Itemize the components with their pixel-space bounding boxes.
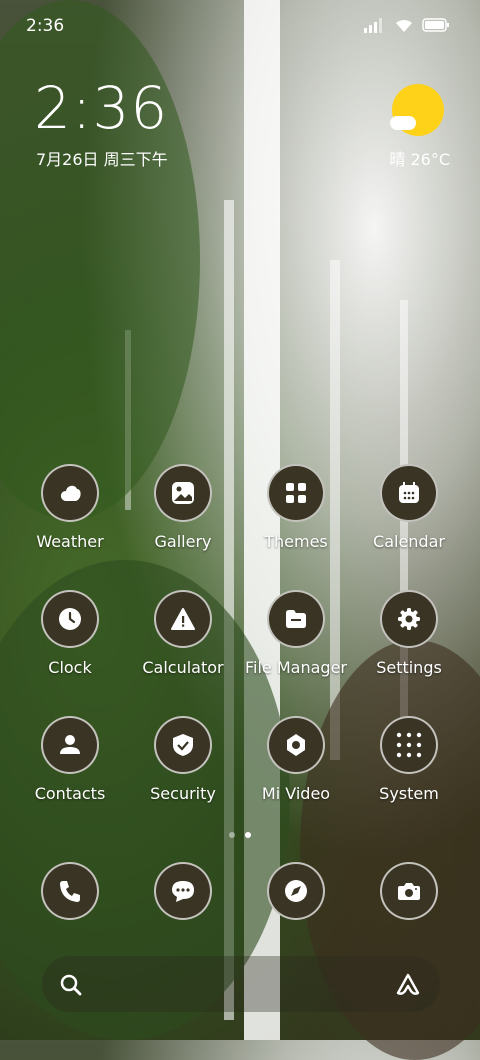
app-clock[interactable]: Clock [14, 590, 126, 677]
status-bar: 2:36 [0, 0, 480, 48]
app-label: File Manager [245, 658, 347, 677]
app-label: Calculator [142, 658, 224, 677]
app-label: Settings [376, 658, 442, 677]
app-security[interactable]: Security [127, 716, 239, 803]
dock-messages[interactable] [127, 862, 239, 920]
app-label: Security [150, 784, 216, 803]
phone-icon [60, 881, 80, 902]
messages-icon [172, 881, 194, 902]
dock-browser[interactable] [240, 862, 352, 920]
app-label: Mi Video [261, 784, 331, 803]
calendar-icon [399, 482, 419, 503]
app-gallery[interactable]: Gallery [127, 464, 239, 551]
weather-icon [60, 485, 81, 501]
app-label: Weather [36, 532, 104, 551]
status-time: 2:36 [26, 16, 65, 36]
app-system-folder[interactable]: System [353, 716, 465, 803]
assistant-icon[interactable] [394, 971, 422, 999]
page-indicator [0, 832, 480, 838]
app-weather[interactable]: Weather [14, 464, 126, 551]
page-dot-active[interactable] [245, 832, 251, 838]
gallery-icon [172, 482, 194, 504]
app-settings[interactable]: Settings [353, 590, 465, 677]
wifi-icon [396, 19, 412, 32]
app-label: Gallery [154, 532, 212, 551]
search-icon[interactable] [58, 972, 84, 998]
app-label: Clock [48, 658, 92, 677]
security-icon [173, 734, 193, 756]
app-label: Calendar [373, 532, 445, 551]
clock-widget-date[interactable]: 7月26日 周三下午 [36, 146, 168, 170]
themes-icon [286, 483, 306, 503]
app-label: Contacts [34, 784, 106, 803]
status-icons [364, 16, 450, 34]
dock-camera[interactable] [353, 862, 465, 920]
browser-compass-icon [285, 880, 307, 902]
app-calendar[interactable]: Calendar [353, 464, 465, 551]
signal-icon [364, 18, 382, 33]
battery-icon [422, 18, 449, 32]
clock-icon [59, 608, 81, 630]
settings-icon [398, 608, 420, 630]
contacts-icon [60, 735, 80, 754]
app-label: System [379, 784, 439, 803]
page-dot[interactable] [229, 832, 235, 838]
clock-widget-time[interactable]: 2:36 [34, 78, 168, 138]
system-folder-icon [396, 732, 422, 758]
file-manager-icon [286, 610, 306, 628]
mi-video-icon [287, 734, 305, 756]
calculator-icon [171, 608, 195, 630]
search-bar[interactable] [42, 956, 440, 1012]
dock-phone[interactable] [14, 862, 126, 920]
camera-icon [398, 883, 420, 900]
weather-temperature: 晴 26°C [389, 150, 450, 169]
app-calculator[interactable]: Calculator [127, 590, 239, 677]
weather-widget[interactable]: 晴 26°C [340, 84, 450, 174]
app-file-manager[interactable]: File Manager [240, 590, 352, 677]
app-contacts[interactable]: Contacts [14, 716, 126, 803]
cloud-icon [390, 116, 416, 130]
app-label: Themes [264, 532, 328, 551]
app-mi-video[interactable]: Mi Video [240, 716, 352, 803]
app-themes[interactable]: Themes [240, 464, 352, 551]
